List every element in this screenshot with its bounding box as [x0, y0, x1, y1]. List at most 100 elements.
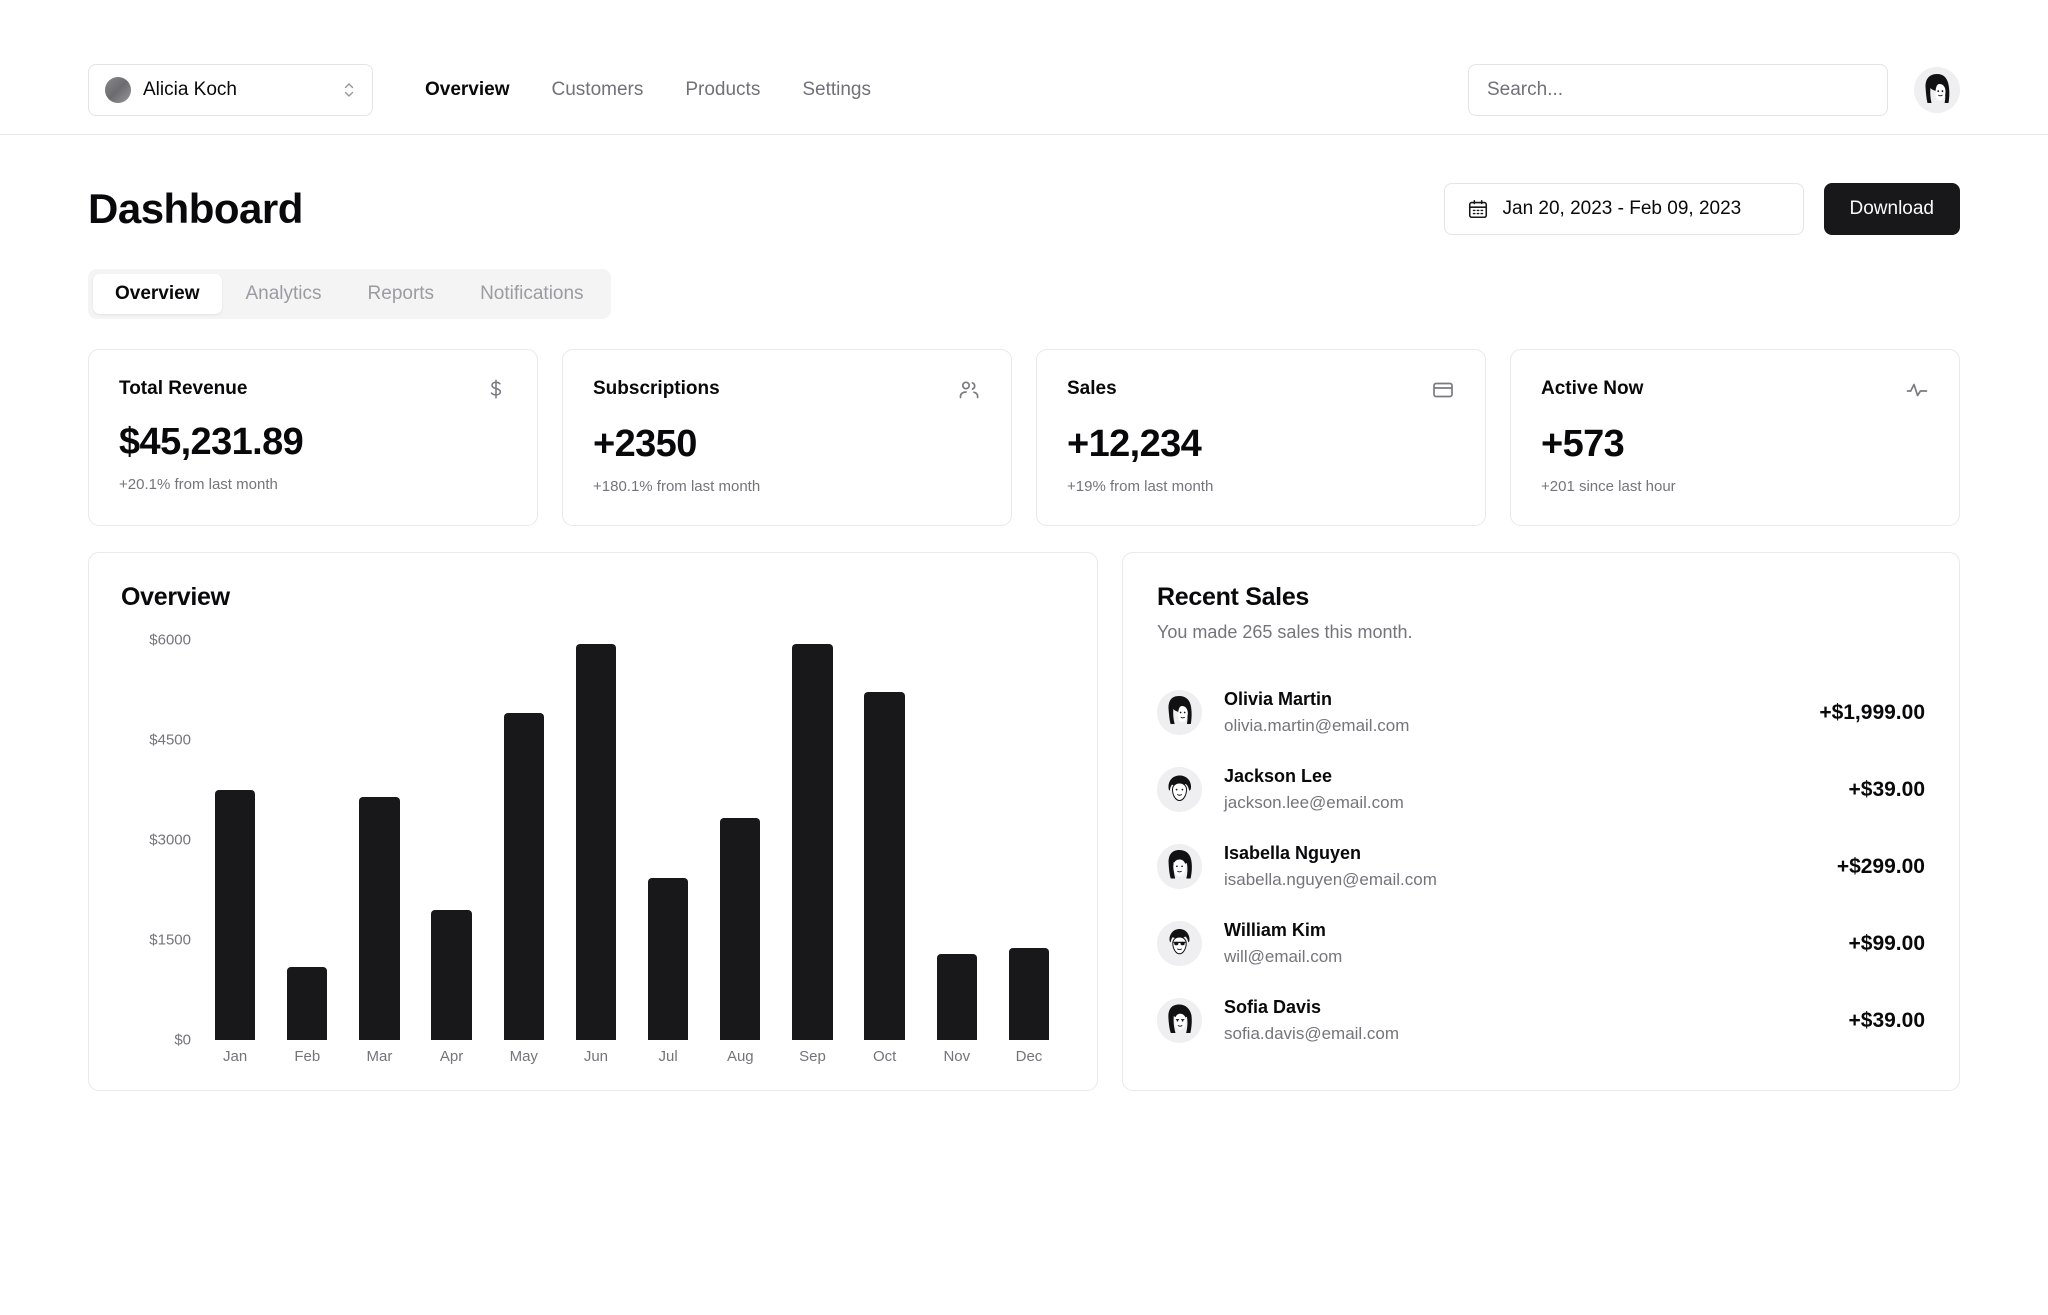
sale-amount: +$39.00: [1849, 778, 1926, 802]
sale-customer-name: Olivia Martin: [1224, 689, 1409, 710]
overview-chart-card: Overview $0$1500$3000$4500$6000 JanFebMa…: [88, 552, 1098, 1091]
list-item[interactable]: Sofia Davissofia.davis@email.com+$39.00: [1157, 983, 1925, 1058]
users-icon: [957, 378, 981, 407]
sale-customer-name: Jackson Lee: [1224, 766, 1404, 787]
stat-subtext: +201 since last hour: [1541, 478, 1929, 495]
chart-bar-column[interactable]: [921, 640, 993, 1040]
chart-bar-column[interactable]: [560, 640, 632, 1040]
chart-bar-column[interactable]: [343, 640, 415, 1040]
chart-bar[interactable]: [1009, 948, 1049, 1040]
chart-bar-column[interactable]: [416, 640, 488, 1040]
chart-bar-column[interactable]: [199, 640, 271, 1040]
sale-info: William Kimwill@email.com: [1224, 920, 1342, 967]
avatar: [1157, 921, 1202, 966]
chart-bar[interactable]: [504, 713, 544, 1040]
stat-card-header: Total Revenue: [119, 378, 507, 405]
stat-subtext: +20.1% from last month: [119, 476, 507, 493]
avatar[interactable]: [1914, 67, 1960, 113]
nav-item-settings[interactable]: Settings: [802, 79, 871, 101]
chart-bar-column[interactable]: [704, 640, 776, 1040]
sale-customer-name: Sofia Davis: [1224, 997, 1399, 1018]
list-item[interactable]: Jackson Leejackson.lee@email.com+$39.00: [1157, 752, 1925, 827]
user-portrait-icon: [1157, 844, 1202, 889]
chart-y-tick: $1500: [149, 932, 191, 949]
chevron-up-down-icon: [342, 79, 356, 101]
chart-x-tick: Aug: [704, 1048, 776, 1065]
page-header: Dashboard Jan 20, 2023 - Feb 09, 2023 Do…: [88, 183, 1960, 235]
chart-bar[interactable]: [648, 878, 688, 1040]
sale-info: Olivia Martin olivia.martin@email.com: [1224, 689, 1409, 736]
chart-bar-column[interactable]: [632, 640, 704, 1040]
nav-item-overview[interactable]: Overview: [425, 79, 510, 101]
chart-x-tick: Jul: [632, 1048, 704, 1065]
main-content: Dashboard Jan 20, 2023 - Feb 09, 2023 Do…: [0, 183, 2048, 1091]
chart-bar-column[interactable]: [776, 640, 848, 1040]
date-range-label: Jan 20, 2023 - Feb 09, 2023: [1503, 198, 1742, 220]
chart-x-tick: Mar: [343, 1048, 415, 1065]
chart-bar[interactable]: [287, 967, 327, 1040]
search-input[interactable]: [1468, 64, 1888, 116]
stat-value: +573: [1541, 423, 1929, 466]
chart-bar[interactable]: [720, 818, 760, 1040]
recent-sales-title: Recent Sales: [1157, 583, 1925, 612]
chart-bar[interactable]: [431, 910, 471, 1040]
chart-bar[interactable]: [215, 790, 255, 1040]
dashboard-tabs: Overview Analytics Reports Notifications: [88, 269, 611, 319]
chart-y-tick: $3000: [149, 832, 191, 849]
chart-bar-column[interactable]: [849, 640, 921, 1040]
credit-card-icon: [1431, 378, 1455, 407]
activity-icon: [1905, 378, 1929, 407]
chart-plot-area: [199, 640, 1065, 1040]
user-portrait-icon: [1157, 921, 1202, 966]
page-header-actions: Jan 20, 2023 - Feb 09, 2023 Download: [1444, 183, 1961, 235]
chart-bar[interactable]: [359, 797, 399, 1040]
tab-reports[interactable]: Reports: [346, 274, 457, 314]
team-switcher[interactable]: Alicia Koch: [88, 64, 373, 116]
chart-x-tick: Nov: [921, 1048, 993, 1065]
top-navigation-bar: Alicia Koch Overview Customers Products …: [0, 45, 2048, 135]
chart-bar-column[interactable]: [488, 640, 560, 1040]
chart-x-tick: Feb: [271, 1048, 343, 1065]
tab-analytics[interactable]: Analytics: [224, 274, 344, 314]
stat-value: $45,231.89: [119, 421, 507, 464]
chart-bar[interactable]: [576, 644, 616, 1040]
chart-bar[interactable]: [864, 692, 904, 1040]
stat-value: +2350: [593, 423, 981, 466]
dashboard-page: Alicia Koch Overview Customers Products …: [0, 0, 2048, 1315]
team-name-label: Alicia Koch: [143, 79, 330, 101]
sale-customer-name: Isabella Nguyen: [1224, 843, 1437, 864]
nav-item-products[interactable]: Products: [685, 79, 760, 101]
list-item[interactable]: William Kimwill@email.com+$99.00: [1157, 906, 1925, 981]
stat-card-sales: Sales +12,234 +19% from last month: [1036, 349, 1486, 526]
user-portrait-icon: [1157, 998, 1202, 1043]
overview-card-title: Overview: [121, 583, 1065, 612]
chart-bar-column[interactable]: [271, 640, 343, 1040]
chart-x-tick: May: [488, 1048, 560, 1065]
list-item[interactable]: Olivia Martinolivia.martin@email.com+$1,…: [1157, 675, 1925, 750]
stat-card-active-now: Active Now +573 +201 since last hour: [1510, 349, 1960, 526]
chart-bar[interactable]: [937, 954, 977, 1040]
stat-label: Active Now: [1541, 378, 1643, 400]
chart-x-tick: Dec: [993, 1048, 1065, 1065]
chart-bar[interactable]: [792, 644, 832, 1040]
tab-overview[interactable]: Overview: [93, 274, 222, 314]
nav-item-customers[interactable]: Customers: [552, 79, 644, 101]
sale-customer-email: olivia.martin@email.com: [1224, 716, 1409, 736]
chart-bar-column[interactable]: [993, 640, 1065, 1040]
chart-y-tick: $6000: [149, 632, 191, 649]
download-button[interactable]: Download: [1824, 183, 1961, 235]
stat-subtext: +180.1% from last month: [593, 478, 981, 495]
sale-customer-email: isabella.nguyen@email.com: [1224, 870, 1437, 890]
avatar: [1157, 998, 1202, 1043]
list-item[interactable]: Isabella Nguyen isabella.nguyen@email.com…: [1157, 829, 1925, 904]
stat-card-header: Subscriptions: [593, 378, 981, 407]
avatar: [1157, 690, 1202, 735]
sale-amount: +$39.00: [1849, 1009, 1926, 1033]
sale-customer-email: will@email.com: [1224, 947, 1342, 967]
stat-card-header: Sales: [1067, 378, 1455, 407]
date-range-picker[interactable]: Jan 20, 2023 - Feb 09, 2023: [1444, 183, 1804, 235]
user-portrait-icon: [1157, 690, 1202, 735]
tab-notifications[interactable]: Notifications: [458, 274, 606, 314]
page-title: Dashboard: [88, 185, 303, 233]
dashboard-bottom-row: Overview $0$1500$3000$4500$6000 JanFebMa…: [88, 552, 1960, 1091]
